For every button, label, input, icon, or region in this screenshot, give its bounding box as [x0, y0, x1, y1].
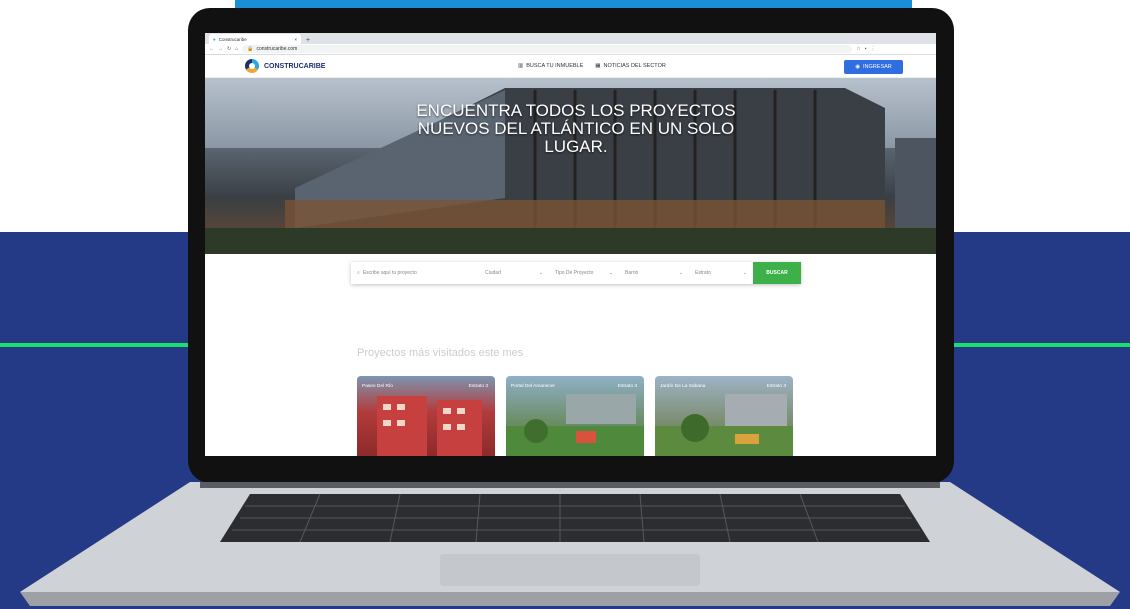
menu-icon[interactable]: ⋮ [871, 46, 876, 52]
city-select[interactable]: Ciudad ⌄ [479, 262, 549, 284]
laptop-screen: ● Construcaribe × + ← → ↻ ⌂ 🔒 construcar… [205, 33, 936, 456]
extensions-icon[interactable]: ▪ [865, 46, 867, 52]
project-card-stratum: Estrato 3 [468, 384, 488, 389]
hero-title-line: ENCUENTRA TODOS LOS PROYECTOS [416, 101, 736, 120]
chevron-down-icon: ⌄ [678, 270, 683, 276]
stratum-select[interactable]: Estrato ⌄ [689, 262, 753, 284]
browser-tab-strip: ● Construcaribe × + [205, 33, 936, 44]
news-icon: ▦ [595, 63, 601, 69]
project-card-stratum: Estrato 3 [617, 384, 637, 389]
search-input-placeholder: Escribe aquí tu proyecto [362, 270, 417, 276]
nav-item-busca[interactable]: ▥ BUSCA TU INMUEBLE [518, 63, 583, 69]
project-card[interactable]: Jardín De La Sabana Estrato 3 [655, 376, 793, 456]
star-icon[interactable]: ☆ [856, 46, 860, 52]
logo-mark-icon [245, 59, 259, 73]
brand-logo[interactable]: CONSTRUCARIBE [245, 59, 325, 73]
chevron-down-icon: ⌄ [538, 270, 543, 276]
browser-tab-title: Construcaribe [218, 36, 247, 42]
browser-tab[interactable]: ● Construcaribe × [209, 34, 301, 44]
address-bar-url: construcaribe.com [256, 46, 298, 52]
hero-title-line: LUGAR. [544, 137, 608, 156]
project-card-name: Paseo Del Río [362, 384, 393, 389]
new-tab-icon[interactable]: + [306, 37, 310, 44]
project-card[interactable]: Portal Del Amanecer Estrato 3 [506, 376, 644, 456]
chevron-down-icon: ⌄ [608, 270, 613, 276]
close-icon[interactable]: × [294, 37, 297, 42]
background-green-line-right [944, 343, 1130, 347]
promo-stage: ● Construcaribe × + ← → ↻ ⌂ 🔒 construcar… [0, 0, 1130, 609]
site-header: CONSTRUCARIBE ▥ BUSCA TU INMUEBLE ▦ NOTICI… [205, 55, 936, 78]
nav-item-noticias[interactable]: ▦ NOTICIAS DEL SECTOR [595, 63, 666, 69]
address-bar[interactable]: 🔒 construcaribe.com [242, 45, 853, 53]
user-icon: ◉ [855, 64, 861, 70]
hero-title: ENCUENTRA TODOS LOS PROYECTOS NUEVOS DEL… [401, 102, 751, 156]
project-card[interactable]: Paseo Del Río Estrato 3 [357, 376, 495, 456]
login-button[interactable]: ◉ INGRESAR [844, 60, 903, 74]
reload-icon[interactable]: ↻ [227, 46, 231, 52]
search-button[interactable]: BUSCAR [753, 262, 801, 284]
chevron-down-icon: ⌄ [742, 270, 747, 276]
laptop-keyboard-deck [20, 482, 1120, 606]
hero-banner: ENCUENTRA TODOS LOS PROYECTOS NUEVOS DEL… [205, 78, 936, 254]
brand-name: CONSTRUCARIBE [264, 62, 326, 70]
city-select-label: Ciudad [485, 270, 501, 276]
lock-icon: 🔒 [247, 46, 254, 52]
favicon-icon: ● [213, 36, 216, 42]
project-card-name: Portal Del Amanecer [511, 384, 555, 389]
background-green-line-left [0, 343, 196, 347]
neighborhood-select-label: Barrio [625, 270, 639, 276]
nav-item-label: NOTICIAS DEL SECTOR [603, 63, 666, 69]
building-icon: ▥ [518, 63, 524, 69]
neighborhood-select[interactable]: Barrio ⌄ [619, 262, 689, 284]
browser-address-row: ← → ↻ ⌂ 🔒 construcaribe.com ☆ ▪ ⋮ [205, 44, 936, 55]
login-button-label: INGRESAR [863, 64, 892, 70]
featured-section-title: Proyectos más visitados este mes [357, 347, 524, 359]
main-nav: ▥ BUSCA TU INMUEBLE ▦ NOTICIAS DEL SECTOR [518, 63, 666, 69]
nav-item-label: BUSCA TU INMUEBLE [526, 63, 584, 69]
search-icon: ⌕ [357, 270, 360, 276]
project-type-select[interactable]: Tipo De Proyecto ⌄ [549, 262, 619, 284]
forward-arrow-icon[interactable]: → [218, 46, 223, 52]
search-input[interactable]: ⌕ Escribe aquí tu proyecto [351, 262, 479, 284]
project-search-bar: ⌕ Escribe aquí tu proyecto Ciudad ⌄ Tipo… [351, 262, 801, 284]
back-arrow-icon[interactable]: ← [209, 46, 214, 52]
project-card-stratum: Estrato 3 [766, 384, 786, 389]
project-card-name: Jardín De La Sabana [660, 384, 706, 389]
home-icon[interactable]: ⌂ [235, 46, 238, 52]
stratum-select-label: Estrato [695, 270, 711, 276]
project-type-select-label: Tipo De Proyecto [555, 270, 594, 276]
hero-title-line: NUEVOS DEL ATLÁNTICO EN UN SOLO [417, 119, 735, 138]
